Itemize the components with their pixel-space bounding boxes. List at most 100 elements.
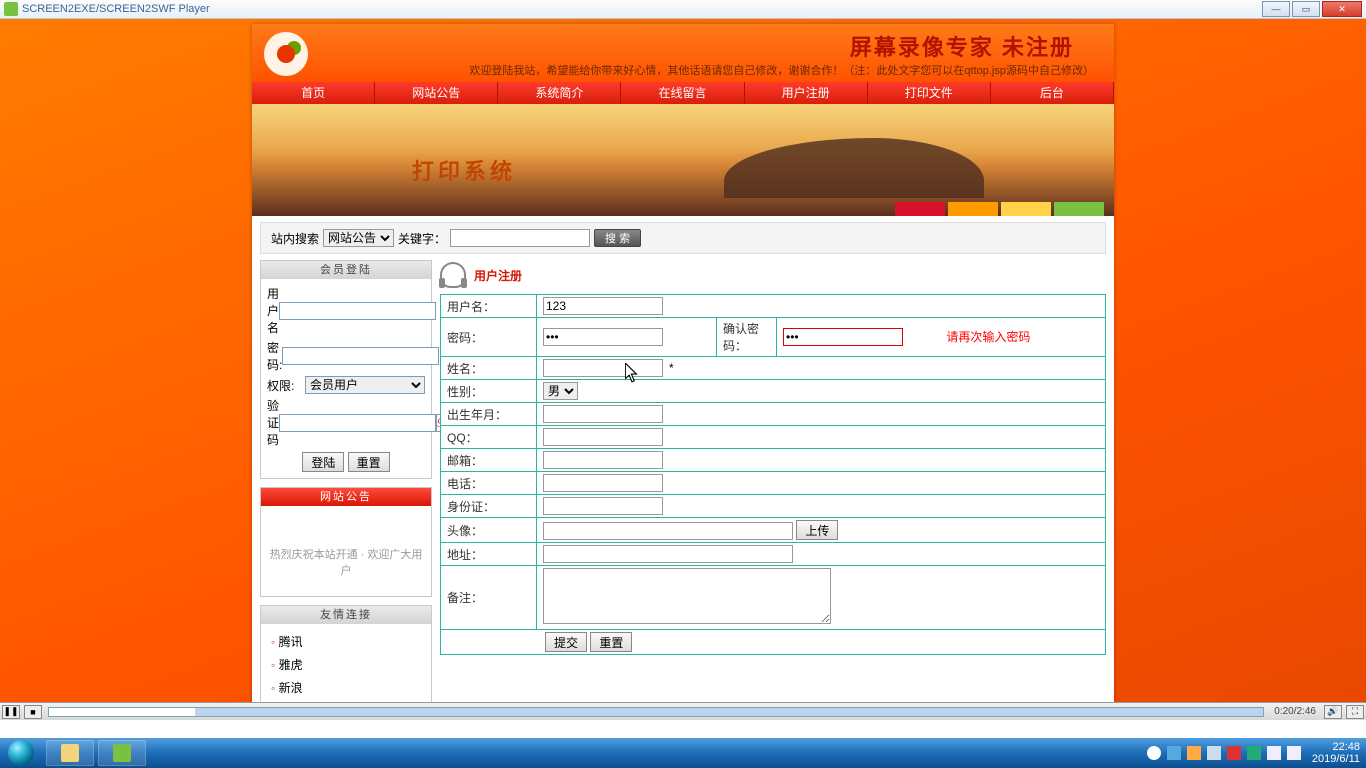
fullscreen-button[interactable]: ⛶ [1346, 705, 1364, 719]
task-player[interactable] [98, 740, 146, 766]
maximize-button[interactable]: ▭ [1292, 1, 1320, 17]
nav-guestbook[interactable]: 在线留言 [621, 82, 744, 104]
input-idcard[interactable] [543, 497, 663, 515]
page-subtitle: 欢迎登陆我站，希望能给你带来好心情，其他话语请您自己修改，谢谢合作！（注：此处文… [469, 62, 1094, 78]
links-panel-title: 友情连接 [261, 606, 431, 624]
input-birth[interactable] [543, 405, 663, 423]
player-controls: ❚❚ ■ 0:20/2:46 🔊 ⛶ [0, 702, 1366, 720]
nav-home[interactable]: 首页 [252, 82, 375, 104]
stop-button[interactable]: ■ [24, 705, 42, 719]
nav-register[interactable]: 用户注册 [745, 82, 868, 104]
tray-icon[interactable] [1227, 746, 1241, 760]
input-username[interactable] [543, 297, 663, 315]
select-gender[interactable]: 男 [543, 382, 578, 400]
register-heading: 用户注册 [474, 267, 522, 284]
clock[interactable]: 22:48 2019/6/11 [1304, 741, 1360, 765]
search-category[interactable]: 网站公告 [323, 229, 394, 247]
link-item[interactable]: 谷歌 [267, 699, 425, 702]
register-form: 用户名： 密码： 确认密码： 请再次输入密码 姓名： * 性别： [440, 294, 1106, 655]
nav-intro[interactable]: 系统简介 [498, 82, 621, 104]
banner-text: 打印系统 [412, 154, 516, 186]
login-user-input[interactable] [279, 302, 436, 320]
error-password2: 请再次输入密码 [946, 330, 1030, 344]
task-explorer[interactable] [46, 740, 94, 766]
search-button[interactable]: 搜 索 [594, 229, 641, 247]
login-role-label: 权限: [267, 377, 305, 394]
nav-print[interactable]: 打印文件 [868, 82, 991, 104]
input-remark[interactable] [543, 568, 831, 624]
system-tray: 22:48 2019/6/11 [1144, 741, 1366, 765]
app-icon [4, 2, 18, 16]
login-panel: 会员登陆 用户名 密码: 权限:会员用户 验证码9934 登陆 重置 [260, 260, 432, 479]
label-avatar: 头像： [441, 518, 537, 543]
search-bar: 站内搜索 网站公告 关键字： 搜 索 [260, 222, 1106, 254]
link-item[interactable]: 新浪 [267, 676, 425, 699]
banner: 打印系统 [252, 104, 1114, 216]
input-email[interactable] [543, 451, 663, 469]
reset-button[interactable]: 重置 [590, 632, 632, 652]
link-item[interactable]: 腾讯 [267, 630, 425, 653]
label-idcard: 身份证： [441, 495, 537, 518]
tray-icon[interactable] [1267, 746, 1281, 760]
login-pass-input[interactable] [282, 347, 439, 365]
login-captcha-input[interactable] [279, 414, 436, 432]
tray-icon[interactable] [1167, 746, 1181, 760]
color-blocks [892, 202, 1104, 216]
label-remark: 备注： [441, 566, 537, 630]
submit-button[interactable]: 提交 [545, 632, 587, 652]
search-label: 站内搜索 [271, 230, 319, 247]
input-password2[interactable] [783, 328, 903, 346]
nav-notice[interactable]: 网站公告 [375, 82, 498, 104]
label-password2: 确认密码： [717, 318, 777, 357]
close-button[interactable]: ✕ [1322, 1, 1362, 17]
keyword-label: 关键字： [398, 230, 446, 247]
input-avatar[interactable] [543, 522, 793, 540]
login-reset-button[interactable]: 重置 [348, 452, 390, 472]
minimize-button[interactable]: — [1262, 1, 1290, 17]
input-password[interactable] [543, 328, 663, 346]
titlebar: SCREEN2EXE/SCREEN2SWF Player — ▭ ✕ [0, 0, 1366, 19]
login-pass-label: 密码: [267, 339, 282, 373]
link-item[interactable]: 雅虎 [267, 653, 425, 676]
required-star: * [669, 361, 674, 375]
label-gender: 性别： [441, 380, 537, 403]
tray-icon[interactable] [1187, 746, 1201, 760]
tray-icon[interactable] [1247, 746, 1261, 760]
tray-icon[interactable] [1287, 746, 1301, 760]
webpage: 屏幕录像专家 未注册 欢迎登陆我站，希望能给你带来好心情，其他话语请您自己修改，… [252, 24, 1114, 702]
tray-icon[interactable] [1207, 746, 1221, 760]
label-birth: 出生年月： [441, 403, 537, 426]
input-phone[interactable] [543, 474, 663, 492]
tray-icon[interactable] [1147, 746, 1161, 760]
notice-panel-title: 网站公告 [261, 488, 431, 506]
login-button[interactable]: 登陆 [302, 452, 344, 472]
label-qq: QQ： [441, 426, 537, 449]
progress-bar[interactable] [48, 707, 1264, 717]
links-panel: 友情连接 腾讯 雅虎 新浪 谷歌 百度 [260, 605, 432, 702]
label-name: 姓名： [441, 357, 537, 380]
login-user-label: 用户名 [267, 285, 279, 336]
window-title: SCREEN2EXE/SCREEN2SWF Player [22, 3, 210, 15]
input-name[interactable] [543, 359, 663, 377]
label-password: 密码： [441, 318, 537, 357]
start-button[interactable] [0, 738, 42, 768]
clock-date: 2019/6/11 [1312, 753, 1360, 765]
nav-admin[interactable]: 后台 [991, 82, 1114, 104]
main-nav: 首页 网站公告 系统简介 在线留言 用户注册 打印文件 后台 [252, 82, 1114, 104]
input-qq[interactable] [543, 428, 663, 446]
label-email: 邮箱： [441, 449, 537, 472]
upload-button[interactable]: 上传 [796, 520, 838, 540]
page-title: 屏幕录像专家 未注册 [850, 30, 1074, 62]
login-role-select[interactable]: 会员用户 [305, 376, 425, 394]
login-captcha-label: 验证码 [267, 397, 279, 448]
input-address[interactable] [543, 545, 793, 563]
headset-icon [440, 262, 466, 288]
pause-button[interactable]: ❚❚ [2, 705, 20, 719]
volume-button[interactable]: 🔊 [1324, 705, 1342, 719]
label-phone: 电话： [441, 472, 537, 495]
label-username: 用户名： [441, 295, 537, 318]
page-header: 屏幕录像专家 未注册 欢迎登陆我站，希望能给你带来好心情，其他话语请您自己修改，… [252, 24, 1114, 82]
notice-text: 热烈庆祝本站开通 · 欢迎广大用户 [261, 506, 431, 596]
taskbar: 22:48 2019/6/11 [0, 738, 1366, 768]
search-input[interactable] [450, 229, 590, 247]
